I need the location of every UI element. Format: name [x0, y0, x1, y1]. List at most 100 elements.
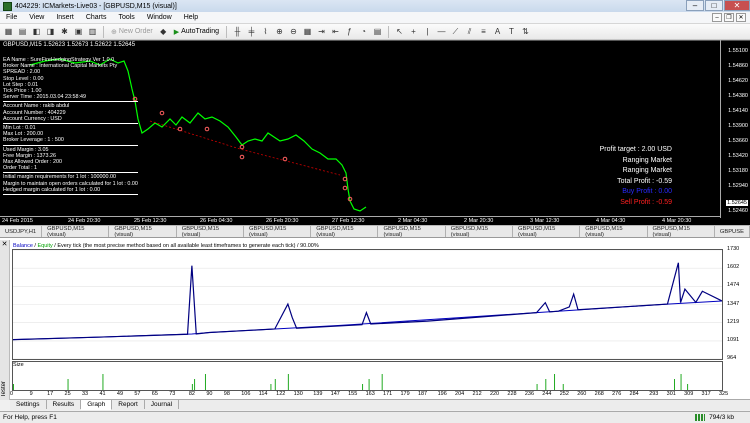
new-chart-icon[interactable]: ▦ [3, 26, 14, 37]
periods-icon[interactable]: ◔ [358, 26, 369, 37]
zoom-out-icon[interactable]: ⊖ [288, 26, 299, 37]
order-marker [239, 154, 245, 160]
child-window-controls: – ❐ ✕ [712, 13, 750, 22]
metaeditor-icon[interactable]: ◆ [158, 26, 169, 37]
arrows-icon[interactable]: ⇅ [520, 26, 531, 37]
chart-tab[interactable]: GBPUSD,M15 (visual) [513, 226, 581, 238]
chart-tab[interactable]: GBPUSE [715, 226, 750, 237]
window-title: 404229: ICMarkets-Live03 - [GBPUSD,M15 (… [15, 2, 177, 10]
menu-view[interactable]: View [23, 14, 50, 21]
tab-settings[interactable]: Settings [10, 400, 47, 409]
menu-insert[interactable]: Insert [50, 14, 80, 21]
chart-tab[interactable]: GBPUSD,M15 (visual) [244, 226, 312, 238]
trendline-icon[interactable]: ⟋ [450, 26, 461, 37]
market-state-label-2: Ranging Market [622, 167, 672, 174]
x-tick-label: 244 [542, 391, 552, 397]
close-icon[interactable]: ✕ [724, 0, 750, 11]
fibonacci-icon[interactable]: ≡ [478, 26, 489, 37]
size-bar [194, 379, 196, 390]
graph-y-axis: 1730 1602 1474 1347 1219 1091 964 [724, 246, 750, 361]
size-bar [368, 379, 370, 390]
x-tick-label: 147 [330, 391, 340, 397]
profiles-icon[interactable]: ▤ [17, 26, 28, 37]
menu-charts[interactable]: Charts [80, 14, 113, 21]
size-graph [12, 361, 723, 391]
chart-tab[interactable]: GBPUSD,M15 (visual) [42, 226, 110, 238]
price-tick: 1.54620 [728, 78, 748, 84]
time-tick: 26 Feb 04:30 [200, 218, 233, 224]
sell-profit-label: Sell Profit : -0.59 [620, 198, 672, 206]
zoom-in-icon[interactable]: ⊕ [274, 26, 285, 37]
navigator-icon[interactable]: ✱ [59, 26, 70, 37]
autotrading-button[interactable]: ▶ AutoTrading [172, 28, 221, 36]
candlestick-icon[interactable]: ╪ [246, 26, 257, 37]
bar-chart-icon[interactable]: ╫ [232, 26, 243, 37]
templates-icon[interactable]: ▤ [372, 26, 383, 37]
time-tick: 3 Mar 12:30 [530, 218, 560, 224]
tab-graph[interactable]: Graph [81, 400, 113, 410]
order-marker [342, 185, 348, 191]
x-tick-label: 9 [29, 391, 33, 397]
maximize-icon[interactable]: □ [705, 0, 723, 11]
x-tick-label: 260 [577, 391, 587, 397]
cursor-icon[interactable]: ↖ [394, 26, 405, 37]
text-icon[interactable]: A [492, 26, 503, 37]
x-tick-label: 179 [400, 391, 410, 397]
tester-close-icon[interactable]: ✕ [0, 240, 9, 248]
x-tick-label: 41 [99, 391, 106, 397]
x-tick-label: 268 [594, 391, 604, 397]
order-marker [159, 110, 165, 116]
menu-window[interactable]: Window [141, 14, 178, 21]
order-marker [282, 156, 288, 162]
y-tick-label: 1091 [727, 336, 740, 343]
chart-tab[interactable]: GBPUSD,M15 (visual) [446, 226, 514, 238]
title-bar: 404229: ICMarkets-Live03 - [GBPUSD,M15 (… [0, 0, 750, 12]
chart-shift-icon[interactable]: ⇤ [330, 26, 341, 37]
chart-tab[interactable]: GBPUSD,M15 (visual) [311, 226, 379, 238]
equidistant-channel-icon[interactable]: ⫽ [464, 26, 475, 37]
new-order-icon: ⊕ [111, 28, 117, 36]
tester-side-label: Tester [1, 380, 7, 397]
new-order-button[interactable]: ⊕ New Order [109, 28, 155, 36]
tile-windows-icon[interactable]: ▦ [302, 26, 313, 37]
x-tick-label: 317 [701, 391, 711, 397]
strategy-tester-icon[interactable]: ▥ [87, 26, 98, 37]
tab-report[interactable]: Report [112, 400, 145, 409]
menu-file[interactable]: File [0, 14, 23, 21]
child-minimize-icon[interactable]: – [712, 13, 722, 22]
menu-tools[interactable]: Tools [112, 14, 140, 21]
data-window-icon[interactable]: ◨ [45, 26, 56, 37]
chart-tab[interactable]: GBPUSD,M15 (visual) [648, 226, 715, 238]
size-bar [674, 379, 676, 390]
size-bar [562, 384, 564, 390]
market-watch-icon[interactable]: ◧ [31, 26, 42, 37]
chart-tab[interactable]: GBPUSD,M15 (visual) [378, 226, 446, 238]
leverage-line: Broker Leverage : 1 : 500 [3, 137, 64, 144]
autoscroll-icon[interactable]: ⇥ [316, 26, 327, 37]
line-chart-icon[interactable]: ⌇ [260, 26, 271, 37]
chart-tab[interactable]: USDJPY,H1 [0, 226, 43, 237]
x-tick-label: 49 [116, 391, 124, 397]
current-price-label: 1.52645 [726, 200, 748, 206]
tab-journal[interactable]: Journal [145, 400, 180, 409]
chart-tab[interactable]: GBPUSD,M15 (visual) [177, 226, 244, 238]
chart-tab[interactable]: GBPUSD,M15 (visual) [109, 226, 177, 238]
tab-results[interactable]: Results [47, 400, 82, 409]
menu-help[interactable]: Help [178, 14, 204, 21]
horizontal-line-icon[interactable]: — [436, 26, 447, 37]
chart-tab[interactable]: GBPUSD,M15 (visual) [580, 226, 648, 238]
terminal-icon[interactable]: ▣ [73, 26, 84, 37]
child-restore-icon[interactable]: ❐ [724, 13, 734, 22]
time-tick: 4 Mar 20:30 [662, 218, 692, 224]
x-tick-label: 196 [437, 391, 447, 397]
order-markers [132, 96, 353, 202]
time-tick: 2 Mar 04:30 [398, 218, 428, 224]
crosshair-icon[interactable]: + [408, 26, 419, 37]
vertical-line-icon[interactable]: | [422, 26, 433, 37]
minimize-icon[interactable]: – [686, 0, 704, 11]
balance-graph-canvas [12, 249, 723, 360]
text-label-icon[interactable]: T [506, 26, 517, 37]
price-tick: 1.54140 [728, 108, 748, 114]
indicators-icon[interactable]: ƒ [344, 26, 355, 37]
child-close-icon[interactable]: ✕ [736, 13, 746, 22]
